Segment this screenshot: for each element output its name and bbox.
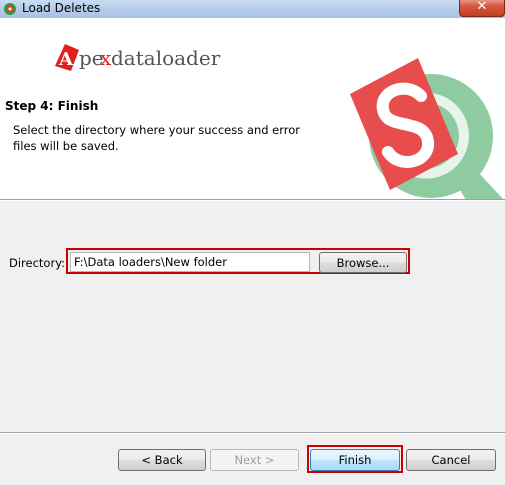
directory-label: Directory: (9, 256, 66, 270)
svg-text:A: A (58, 49, 74, 70)
svg-text:dataloader: dataloader (111, 46, 221, 70)
browse-button[interactable]: Browse... (319, 252, 407, 273)
directory-input[interactable] (70, 252, 310, 272)
cancel-button[interactable]: Cancel (406, 449, 496, 471)
apex-logo: A pe x dataloader (55, 44, 221, 71)
header-divider (0, 199, 505, 201)
title-bar: Load Deletes ✕ (0, 0, 505, 18)
step-title: Step 4: Finish (5, 99, 99, 113)
next-button[interactable]: Next > (210, 449, 299, 471)
close-button[interactable]: ✕ (459, 0, 505, 17)
app-icon (4, 3, 16, 15)
back-button[interactable]: < Back (118, 449, 206, 471)
close-icon: ✕ (476, 0, 488, 14)
wizard-header: A pe x dataloader Step 4: Finish Select … (0, 18, 505, 200)
step-description: Select the directory where your success … (13, 123, 301, 153)
footer-divider (0, 432, 505, 434)
sr-logo-graphic (350, 58, 504, 200)
finish-button[interactable]: Finish (310, 449, 400, 471)
window-title: Load Deletes (22, 1, 101, 15)
